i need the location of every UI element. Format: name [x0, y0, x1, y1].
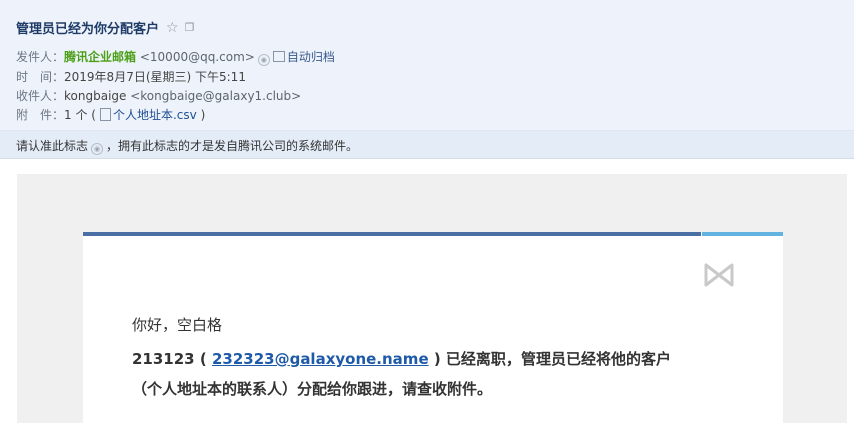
greeting-text: 你好，空白格	[132, 316, 223, 334]
sender-name[interactable]: 腾讯企业邮箱	[64, 50, 136, 64]
brand-logo-icon	[704, 263, 734, 287]
email-header: 管理员已经为你分配客户 ☆ ❐ 发件人：腾讯企业邮箱 <10000@qq.com…	[0, 0, 854, 131]
to-label: 收件人：	[16, 89, 65, 103]
from-label: 发件人：	[16, 50, 65, 64]
body-line-1: 213123 ( 232323@galaxyone.name ) 已经离职，管理…	[132, 348, 671, 369]
new-window-icon[interactable]: ❐	[185, 21, 195, 35]
notice-text: 请认准此标志 ◉ ，拥有此标志的才是发自腾讯公司的系统邮件。	[16, 137, 358, 155]
notice-text-after: ，拥有此标志的才是发自腾讯公司的系统邮件。	[106, 139, 359, 153]
email-card: 你好，空白格 213123 ( 232323@galaxyone.name ) …	[83, 232, 783, 423]
sender-address: <10000@qq.com>	[139, 50, 255, 64]
time-value: 2019年8月7日(星期三) 下午5:11	[64, 70, 246, 84]
accent-bar	[83, 232, 701, 236]
open-paren: (	[199, 350, 207, 368]
email-link[interactable]: 232323@galaxyone.name	[212, 350, 429, 368]
user-id: 213123	[132, 350, 195, 368]
file-icon	[99, 108, 111, 121]
from-row: 发件人：腾讯企业邮箱 <10000@qq.com> ◉ 自动归档	[16, 48, 335, 66]
attachment-link[interactable]: 个人地址本.csv	[113, 108, 197, 122]
notice-text-before: 请认准此标志	[16, 139, 89, 153]
recipient-name[interactable]: kongbaige	[64, 89, 126, 103]
recipient-address: <kongbaige@galaxy1.club>	[130, 89, 302, 103]
attach-count: 1 个	[64, 108, 88, 122]
email-body-frame: 你好，空白格 213123 ( 232323@galaxyone.name ) …	[17, 174, 847, 423]
security-notice: 请认准此标志 ◉ ，拥有此标志的才是发自腾讯公司的系统邮件。	[0, 131, 854, 159]
to-row: 收件人：kongbaige <kongbaige@galaxy1.club>	[16, 87, 301, 104]
email-subject: 管理员已经为你分配客户	[16, 22, 160, 37]
attach-open-paren: (	[91, 108, 96, 122]
attachment-row: 附 件：1 个 ( 个人地址本.csv )	[16, 106, 205, 123]
time-row: 时 间：2019年8月7日(星期三) 下午5:11	[16, 68, 246, 85]
verified-mark-icon: ◉	[91, 143, 104, 155]
star-icon[interactable]: ☆	[166, 21, 179, 35]
accent-bar-light	[702, 232, 783, 236]
body-line-2: （个人地址本的联系人）分配给你跟进，请查收附件。	[132, 380, 493, 398]
line1-tail: ) 已经离职，管理员已经将他的客户	[433, 350, 671, 368]
time-label: 时 间：	[16, 70, 65, 84]
archive-icon	[272, 51, 285, 62]
verified-icon: ◉	[257, 54, 270, 66]
attach-label: 附 件：	[16, 108, 65, 122]
auto-archive-link[interactable]: 自动归档	[287, 50, 335, 64]
subject-row: 管理员已经为你分配客户 ☆ ❐	[16, 18, 195, 38]
attach-close-paren: )	[200, 108, 206, 122]
